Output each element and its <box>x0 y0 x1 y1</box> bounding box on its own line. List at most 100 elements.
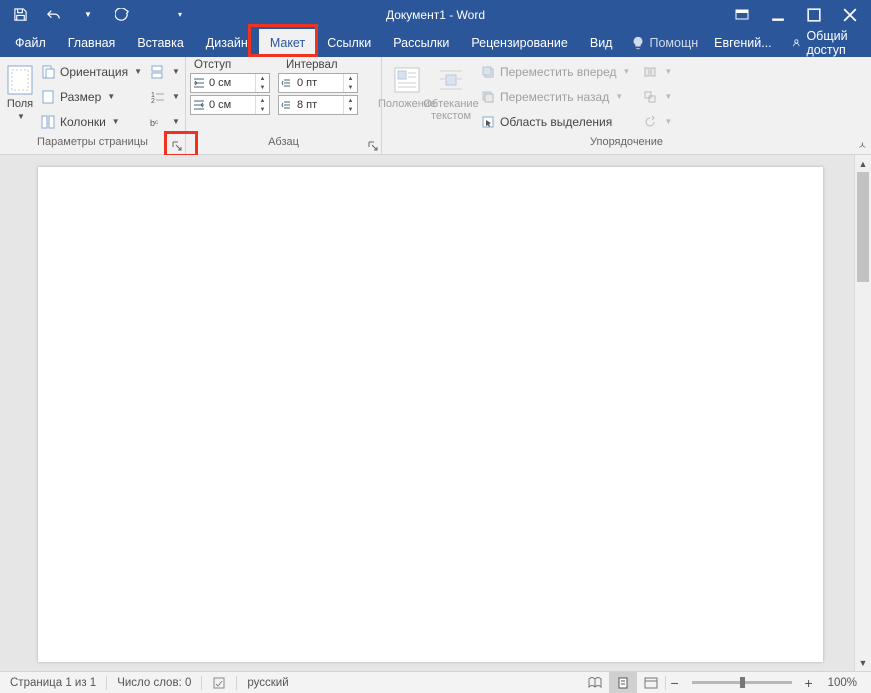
svg-text:2: 2 <box>151 98 155 105</box>
tab-view[interactable]: Вид <box>579 29 624 57</box>
save-icon[interactable] <box>10 5 30 25</box>
line-numbers-icon: 12 <box>150 89 166 105</box>
svg-text:bᶜ: bᶜ <box>150 118 158 128</box>
group-button: ▼ <box>640 85 674 108</box>
tab-file[interactable]: Файл <box>4 29 57 57</box>
breaks-button[interactable]: ▼ <box>148 60 182 83</box>
status-bar: Страница 1 из 1 Число слов: 0 русский − … <box>0 671 871 693</box>
qat-customize-icon[interactable]: ▾ <box>170 5 190 25</box>
size-button[interactable]: Размер▼ <box>38 85 144 108</box>
maximize-icon[interactable] <box>807 8 821 22</box>
group-icon <box>642 89 658 105</box>
read-mode-icon <box>587 676 603 690</box>
margins-button[interactable]: Поля ▼ <box>4 60 36 136</box>
columns-icon <box>40 114 56 130</box>
chevron-down-icon: ▼ <box>17 112 25 121</box>
window-controls <box>735 0 871 29</box>
share-icon <box>792 36 801 50</box>
status-proof[interactable] <box>202 672 236 693</box>
indent-left-icon <box>191 77 207 89</box>
group-label: Параметры страницы <box>0 136 185 154</box>
indent-right-input[interactable]: 0 см ▲▼ <box>190 95 270 115</box>
columns-button[interactable]: Колонки▼ <box>38 110 144 133</box>
view-web-layout[interactable] <box>637 672 665 693</box>
tab-review[interactable]: Рецензирование <box>460 29 579 57</box>
window-title: Документ1 - Word <box>386 8 485 22</box>
line-numbers-button[interactable]: 12▼ <box>148 85 182 108</box>
align-icon <box>642 64 658 80</box>
tab-layout[interactable]: Макет <box>259 29 316 57</box>
quick-access-toolbar: ▼ ▾ <box>0 0 190 29</box>
spellcheck-icon <box>212 676 226 690</box>
view-print-layout[interactable] <box>609 672 637 693</box>
position-button: Положение <box>386 60 428 136</box>
collapse-ribbon-icon[interactable]: ㅅ <box>858 137 867 152</box>
group-label: Упорядочение <box>382 136 871 154</box>
zoom-level[interactable]: 100% <box>818 672 871 693</box>
paragraph-dialog-launcher[interactable] <box>367 140 379 152</box>
position-icon <box>391 64 423 96</box>
tab-design[interactable]: Дизайн <box>195 29 259 57</box>
zoom-slider-thumb[interactable] <box>740 677 745 688</box>
group-label: Абзац <box>186 136 381 154</box>
scroll-down-icon[interactable]: ▼ <box>855 654 871 671</box>
print-layout-icon <box>616 676 630 690</box>
lightbulb-icon <box>631 36 645 50</box>
orientation-button[interactable]: Ориентация▼ <box>38 60 144 83</box>
undo-dropdown-icon[interactable]: ▼ <box>78 5 98 25</box>
scroll-thumb[interactable] <box>857 172 869 282</box>
bring-forward-icon <box>480 64 496 80</box>
selection-pane-icon <box>480 114 496 130</box>
redo-icon[interactable] <box>112 5 132 25</box>
vertical-scrollbar[interactable]: ▲ ▼ <box>854 155 871 671</box>
tab-home[interactable]: Главная <box>57 29 127 57</box>
zoom-out-button[interactable]: − <box>666 675 684 691</box>
bring-forward-button: Переместить вперед▼ <box>478 60 632 83</box>
space-before-input[interactable]: 0 пт ▲▼ <box>278 73 358 93</box>
tell-me[interactable]: Помощн <box>623 29 706 57</box>
align-button: ▼ <box>640 60 674 83</box>
share-button[interactable]: Общий доступ <box>780 29 871 57</box>
title-bar: ▼ ▾ Документ1 - Word <box>0 0 871 29</box>
page-canvas[interactable] <box>0 155 854 671</box>
zoom-slider[interactable] <box>692 681 792 684</box>
undo-icon[interactable] <box>44 5 64 25</box>
status-word-count[interactable]: Число слов: 0 <box>107 672 201 693</box>
zoom-in-button[interactable]: + <box>800 675 818 691</box>
hyphenation-button[interactable]: bᶜ▼ <box>148 110 182 133</box>
rotate-button: ▼ <box>640 110 674 133</box>
hyphenation-icon: bᶜ <box>150 114 166 130</box>
document-area: ▲ ▼ <box>0 155 871 671</box>
breaks-icon <box>150 64 166 80</box>
close-icon[interactable] <box>843 8 857 22</box>
status-page[interactable]: Страница 1 из 1 <box>0 672 106 693</box>
scroll-track[interactable] <box>855 172 871 654</box>
group-paragraph: Отступ Интервал 0 см ▲▼ 0 пт ▲▼ 0 см <box>186 57 382 154</box>
user-account[interactable]: Евгений... <box>706 29 780 57</box>
tab-mailings[interactable]: Рассылки <box>382 29 460 57</box>
space-before-icon <box>279 77 295 89</box>
selection-pane-button[interactable]: Область выделения <box>478 110 632 133</box>
tab-insert[interactable]: Вставка <box>126 29 194 57</box>
spacing-label: Интервал <box>286 59 338 71</box>
indent-right-icon <box>191 99 207 111</box>
ribbon-options-icon[interactable] <box>735 8 749 22</box>
status-language[interactable]: русский <box>237 672 298 693</box>
indent-left-input[interactable]: 0 см ▲▼ <box>190 73 270 93</box>
group-arrange: Положение Обтекание текстом Переместить … <box>382 57 871 154</box>
margins-icon <box>4 64 36 96</box>
ribbon-tabs: Файл Главная Вставка Дизайн Макет Ссылки… <box>0 29 871 57</box>
group-page-setup: Поля ▼ Ориентация▼ Размер▼ <box>0 57 186 154</box>
document-page[interactable] <box>38 167 823 662</box>
page-setup-dialog-launcher[interactable] <box>171 140 183 152</box>
send-backward-button: Переместить назад▼ <box>478 85 632 108</box>
tab-references[interactable]: Ссылки <box>316 29 382 57</box>
indent-label: Отступ <box>194 59 276 71</box>
view-read-mode[interactable] <box>581 672 609 693</box>
send-backward-icon <box>480 89 496 105</box>
minimize-icon[interactable] <box>771 8 785 22</box>
wrap-text-icon <box>435 64 467 96</box>
scroll-up-icon[interactable]: ▲ <box>855 155 871 172</box>
space-after-input[interactable]: 8 пт ▲▼ <box>278 95 358 115</box>
space-after-icon <box>279 99 295 111</box>
